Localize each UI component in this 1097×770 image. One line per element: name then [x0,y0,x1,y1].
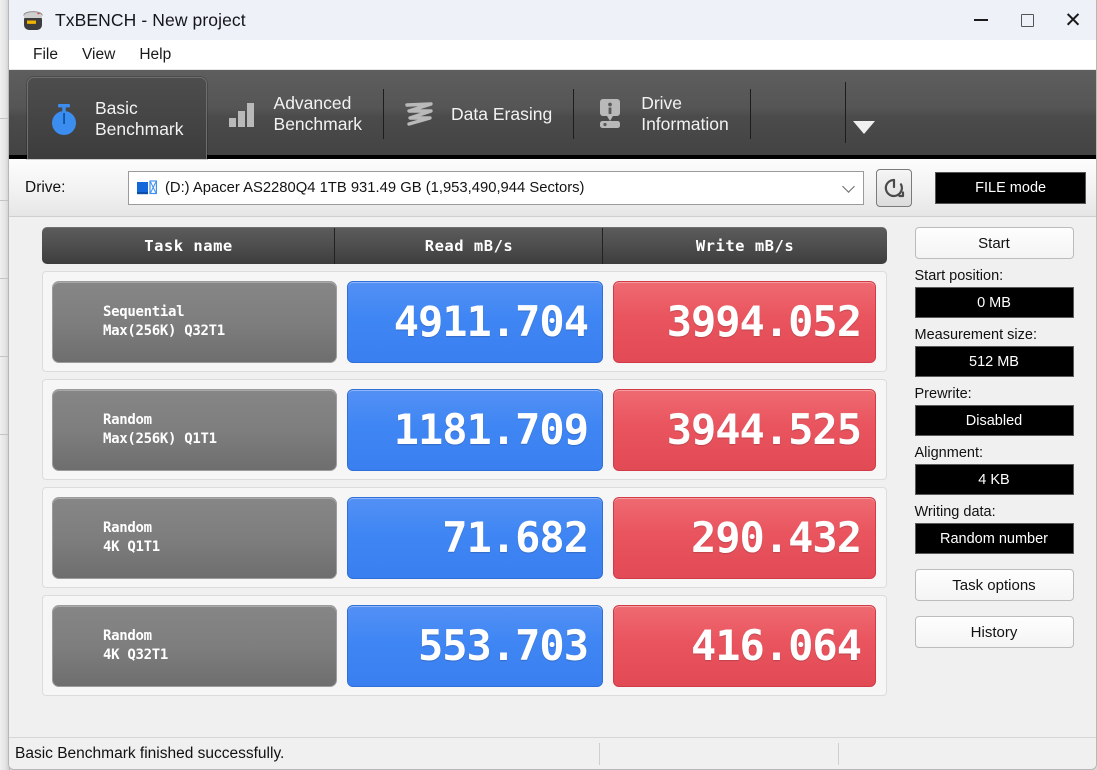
main-content: Task name Read mB/s Write mB/s Sequentia… [9,217,1096,755]
bar-chart-icon [225,94,261,134]
task-name-line1: Random [103,519,336,538]
window-title: TxBENCH - New project [55,10,246,31]
tab-overflow-button[interactable] [845,70,883,159]
task-name-line1: Sequential [103,303,336,322]
write-value-cell: 416.064 [613,605,876,687]
drive-label: Drive: [25,179,128,197]
options-sidebar: Start Start position: 0 MB Measurement s… [898,217,1090,755]
drive-select[interactable]: (D:) Apacer AS2280Q4 1TB 931.49 GB (1,95… [128,171,864,205]
scribble-erase-icon [402,94,438,134]
menu-item-help[interactable]: Help [127,43,183,67]
task-name-line1: Random [103,627,336,646]
read-value-cell: 71.682 [347,497,603,579]
write-value: 416.064 [691,621,861,670]
tab-drive-information[interactable]: Drive Information [574,77,751,151]
write-value-cell: 290.432 [613,497,876,579]
task-name-cell[interactable]: Sequential Max(256K) Q32T1 [52,281,337,363]
chevron-down-icon [842,180,855,193]
results-header-row: Task name Read mB/s Write mB/s [42,227,887,264]
measurement-size-value[interactable]: 512 MB [915,346,1074,377]
task-name-cell[interactable]: Random 4K Q1T1 [52,497,337,579]
close-icon: ✕ [1064,10,1082,31]
status-divider [599,743,600,765]
read-value: 1181.709 [394,405,588,454]
measurement-size-label: Measurement size: [915,327,1074,343]
writing-data-value[interactable]: Random number [915,523,1074,554]
status-message: Basic Benchmark finished successfully. [9,745,284,763]
task-name-line2: Max(256K) Q32T1 [103,322,336,341]
writing-data-label: Writing data: [915,504,1074,520]
refresh-icon [882,176,906,200]
column-header-read: Read mB/s [335,237,603,255]
write-value: 290.432 [691,513,861,562]
tab-bar: Basic Benchmark Advanced Benchmark Data … [9,70,1096,159]
drive-app-icon [21,9,45,31]
read-value-cell: 4911.704 [347,281,603,363]
menu-item-file[interactable]: File [21,43,70,67]
drive-info-icon [592,94,628,134]
title-bar: TxBENCH - New project ✕ [9,0,1096,40]
status-bar: Basic Benchmark finished successfully. [9,737,1097,769]
tab-basic-benchmark[interactable]: Basic Benchmark [27,77,207,159]
write-value: 3994.052 [667,297,861,346]
start-position-value[interactable]: 0 MB [915,287,1074,318]
history-button[interactable]: History [915,616,1074,648]
read-value-cell: 553.703 [347,605,603,687]
chevron-down-icon [853,121,875,134]
task-name-cell[interactable]: Random 4K Q32T1 [52,605,337,687]
results-rows: Sequential Max(256K) Q32T1 4911.704 3994… [42,271,887,696]
task-options-button[interactable]: Task options [915,569,1074,601]
status-divider [838,743,839,765]
read-value: 4911.704 [394,297,588,346]
minimize-icon [974,19,988,21]
table-row: Random Max(256K) Q1T1 1181.709 3944.525 [42,379,887,480]
stopwatch-icon [46,99,82,139]
results-table: Task name Read mB/s Write mB/s Sequentia… [42,227,887,755]
write-value-cell: 3994.052 [613,281,876,363]
file-mode-badge[interactable]: FILE mode [935,172,1086,204]
task-name-line2: 4K Q1T1 [103,538,336,557]
column-header-write: Write mB/s [603,237,887,255]
tab-label-basic-benchmark: Basic Benchmark [95,98,184,140]
refresh-button[interactable] [876,169,912,207]
minimize-button[interactable] [958,0,1004,40]
prewrite-value[interactable]: Disabled [915,405,1074,436]
drive-select-value: (D:) Apacer AS2280Q4 1TB 931.49 GB (1,95… [165,180,585,196]
tab-advanced-benchmark[interactable]: Advanced Benchmark [207,77,385,151]
table-row: Random 4K Q1T1 71.682 290.432 [42,487,887,588]
tab-label-data-erasing: Data Erasing [451,104,552,125]
column-header-task-name: Task name [42,237,335,255]
table-row: Sequential Max(256K) Q32T1 4911.704 3994… [42,271,887,372]
write-value: 3944.525 [667,405,861,454]
prewrite-label: Prewrite: [915,386,1074,402]
menu-bar: File View Help [9,40,1096,70]
start-position-label: Start position: [915,268,1074,284]
task-name-line1: Random [103,411,336,430]
tab-label-advanced-benchmark: Advanced Benchmark [274,93,363,135]
txbench-window: TxBENCH - New project ✕ File View Help B… [8,0,1097,770]
read-value-cell: 1181.709 [347,389,603,471]
table-row: Random 4K Q32T1 553.703 416.064 [42,595,887,696]
alignment-label: Alignment: [915,445,1074,461]
maximize-icon [1021,14,1034,27]
drive-selection-bar: Drive: (D:) Apacer AS2280Q4 1TB 931.49 G… [9,159,1096,217]
tab-data-erasing[interactable]: Data Erasing [384,77,574,151]
start-button[interactable]: Start [915,227,1074,259]
tab-label-drive-information: Drive Information [641,93,729,135]
window-controls: ✕ [958,0,1096,40]
task-name-line2: Max(256K) Q1T1 [103,430,336,449]
menu-item-view[interactable]: View [70,43,127,67]
close-button[interactable]: ✕ [1050,0,1096,40]
disk-drive-icon [137,180,157,196]
task-name-cell[interactable]: Random Max(256K) Q1T1 [52,389,337,471]
read-value: 71.682 [442,513,588,562]
read-value: 553.703 [418,621,588,670]
alignment-value[interactable]: 4 KB [915,464,1074,495]
maximize-button[interactable] [1004,0,1050,40]
task-name-line2: 4K Q32T1 [103,646,336,665]
write-value-cell: 3944.525 [613,389,876,471]
